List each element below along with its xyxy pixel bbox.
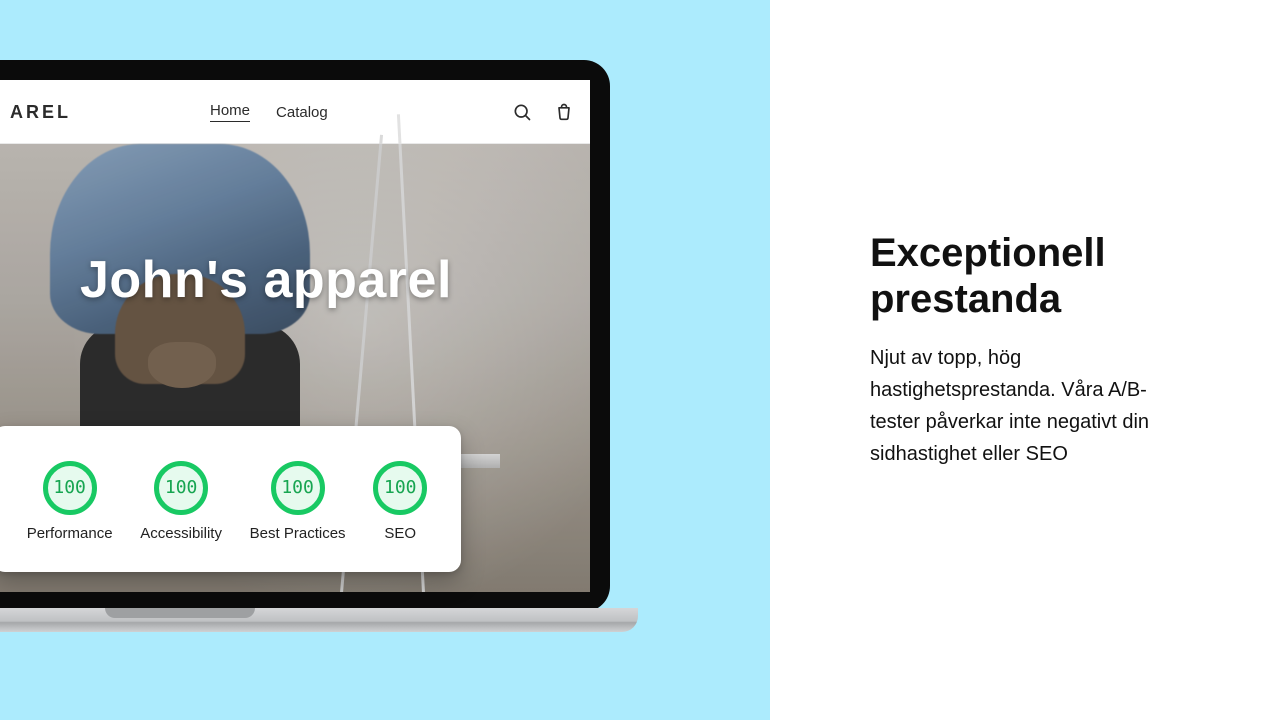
laptop-mockup: AREL Home Catalog bbox=[0, 60, 610, 635]
gauge-best-practices: 100 bbox=[271, 461, 325, 515]
metric-best-practices: 100 Best Practices bbox=[250, 461, 346, 542]
promo-heading: Exceptionell prestanda bbox=[870, 230, 1180, 322]
metric-label: Performance bbox=[27, 525, 113, 542]
promo-text-pane: Exceptionell prestanda Njut av topp, hög… bbox=[770, 0, 1280, 720]
lighthouse-score-card: 100 Performance 100 Accessibility 100 Be… bbox=[0, 426, 461, 572]
metric-label: SEO bbox=[384, 525, 416, 542]
promo-body: Njut av topp, hög hastighetsprestanda. V… bbox=[870, 342, 1180, 470]
metric-seo: 100 SEO bbox=[373, 461, 427, 542]
metric-performance: 100 Performance bbox=[27, 461, 113, 542]
metric-label: Accessibility bbox=[140, 525, 222, 542]
metric-label: Best Practices bbox=[250, 525, 346, 542]
search-icon[interactable] bbox=[512, 102, 532, 122]
gauge-accessibility: 100 bbox=[154, 461, 208, 515]
gauge-seo: 100 bbox=[373, 461, 427, 515]
laptop-hinge-notch bbox=[105, 608, 255, 618]
hero-title: John's apparel bbox=[80, 250, 452, 310]
marketing-slide: AREL Home Catalog bbox=[0, 0, 1280, 720]
metric-accessibility: 100 Accessibility bbox=[140, 461, 222, 542]
header-icon-group bbox=[512, 80, 574, 144]
laptop-showcase-pane: AREL Home Catalog bbox=[0, 0, 770, 720]
gauge-performance: 100 bbox=[43, 461, 97, 515]
cart-icon[interactable] bbox=[554, 102, 574, 122]
laptop-base bbox=[0, 608, 638, 632]
